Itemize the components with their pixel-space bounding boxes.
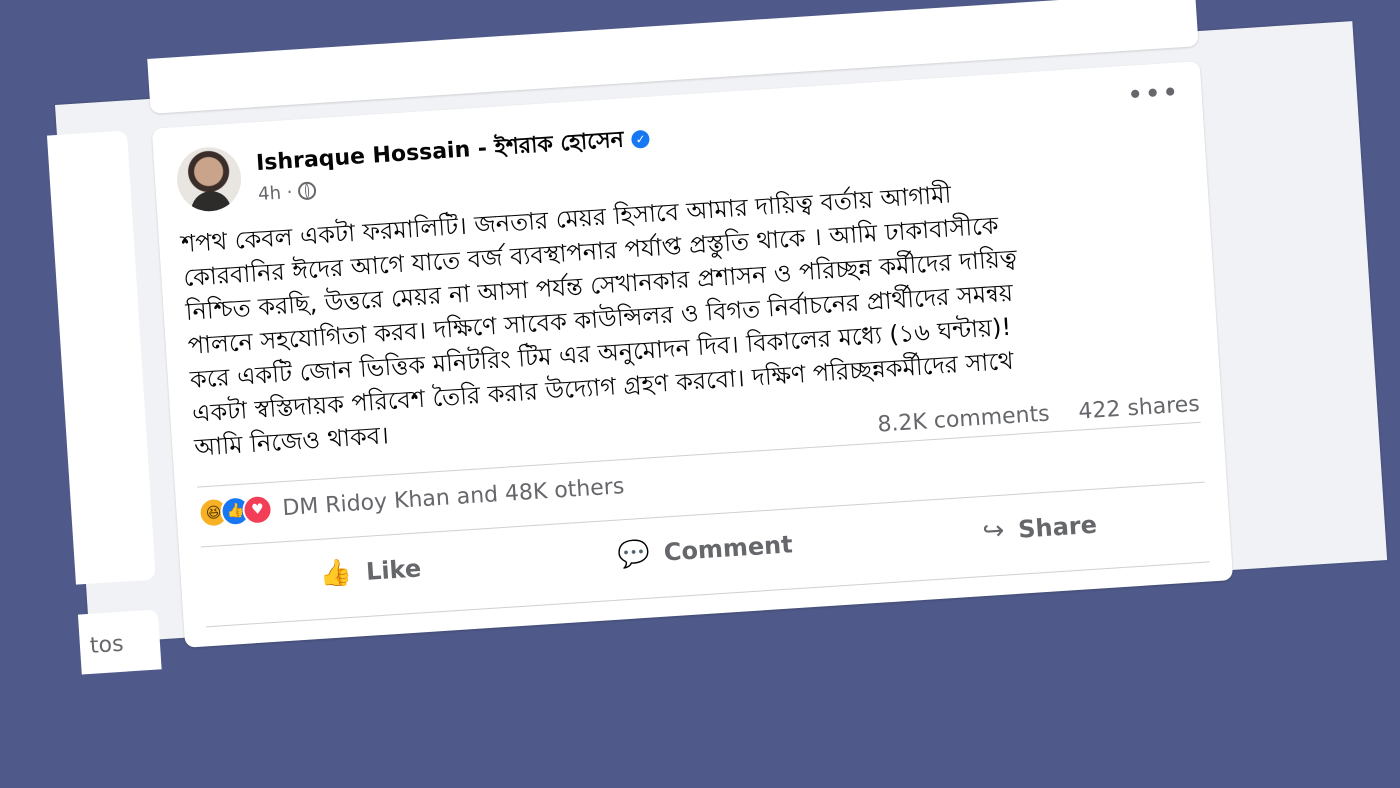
globe-icon <box>297 181 317 201</box>
post-card: Ishraque Hossain - ইশরাক হোসেন ✓ 4h · •••… <box>151 61 1234 648</box>
reactions-summary[interactable]: 😆 👍 ♥ DM Ridoy Khan and 48K others <box>197 471 625 529</box>
feed-page: tos Ishraque Hossain - ইশরাক হোসেন ✓ 4h ·… <box>46 0 1388 675</box>
post-author[interactable]: Ishraque Hossain - ইশরাক হোসেন ✓ <box>255 121 651 183</box>
screenshot-stage: tos Ishraque Hossain - ইশরাক হোসেন ✓ 4h ·… <box>0 0 1400 788</box>
thumbs-up-icon: 👍 <box>318 557 354 590</box>
left-sidebar-card <box>46 130 156 585</box>
post-author-name[interactable]: Ishraque Hossain - ইশরাক হোসেন <box>255 127 624 176</box>
like-label: Like <box>365 554 422 586</box>
like-button[interactable]: 👍 Like <box>201 533 539 611</box>
comment-button[interactable]: 💬 Comment <box>536 511 874 589</box>
share-label: Share <box>1017 510 1098 544</box>
comment-label: Comment <box>662 530 794 567</box>
share-button[interactable]: ↪ Share <box>871 490 1209 568</box>
comment-bubble-icon: 💬 <box>616 538 651 571</box>
share-arrow-icon: ↪ <box>981 515 1006 548</box>
verified-badge-icon: ✓ <box>631 129 651 149</box>
more-options-icon[interactable]: ••• <box>1126 75 1181 111</box>
avatar[interactable] <box>175 145 244 214</box>
avatar-shirt <box>189 189 232 214</box>
post-meta: 4h · <box>258 180 318 205</box>
sidebar-label[interactable]: tos <box>89 632 124 659</box>
post-time[interactable]: 4h · <box>258 182 294 205</box>
reactions-text[interactable]: DM Ridoy Khan and 48K others <box>282 474 625 521</box>
